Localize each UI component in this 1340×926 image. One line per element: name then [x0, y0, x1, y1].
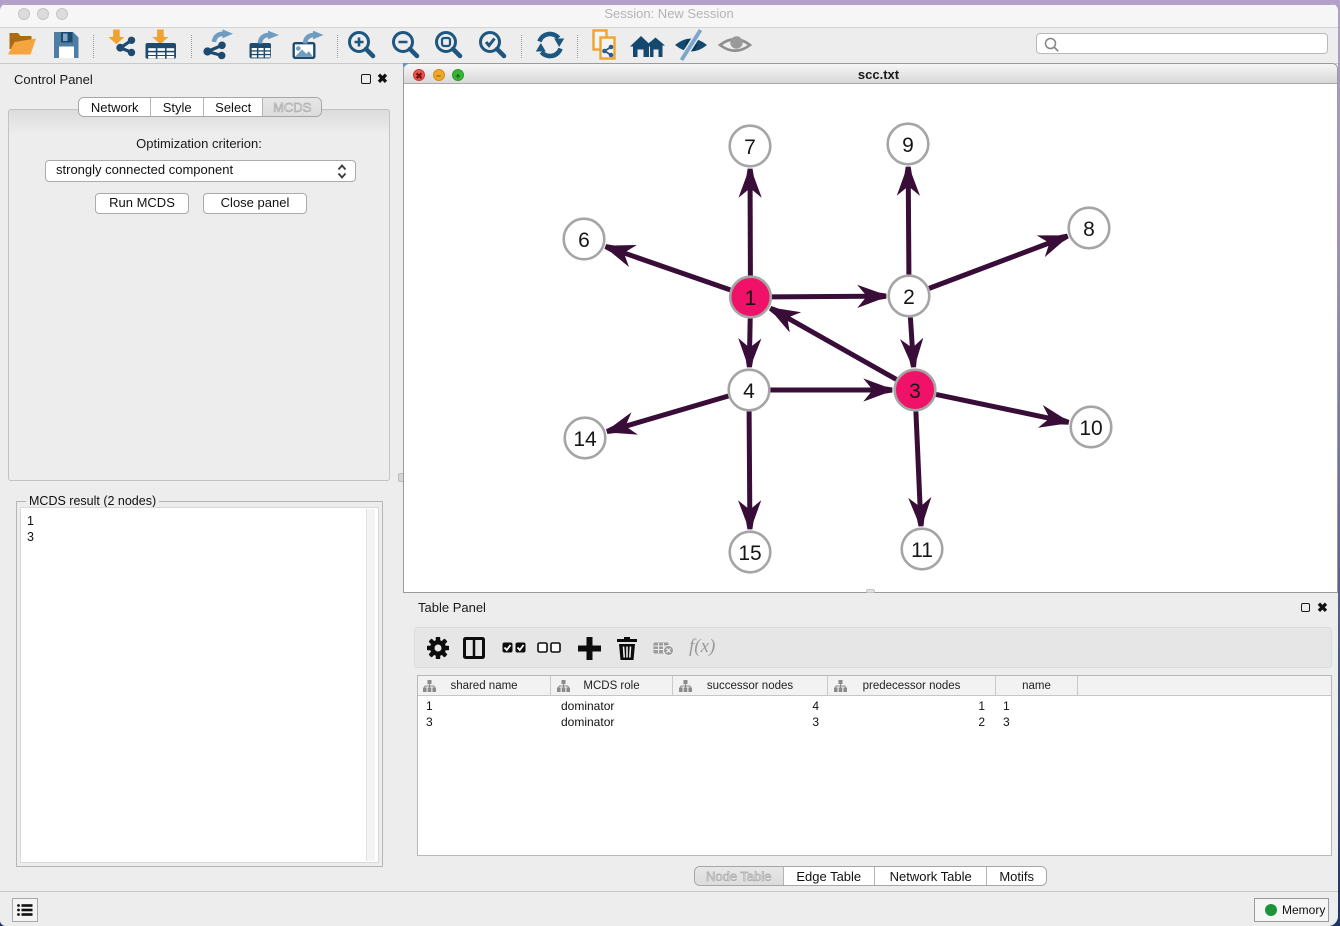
svg-text:10: 10 — [1079, 417, 1102, 440]
svg-text:6: 6 — [578, 229, 590, 252]
svg-text:2: 2 — [903, 286, 915, 309]
svg-text:9: 9 — [902, 134, 914, 157]
svg-text:15: 15 — [738, 542, 761, 565]
svg-text:7: 7 — [744, 136, 756, 159]
svg-text:11: 11 — [911, 539, 933, 562]
svg-text:1: 1 — [745, 287, 757, 310]
svg-text:3: 3 — [909, 380, 921, 403]
svg-text:4: 4 — [743, 380, 755, 403]
svg-text:8: 8 — [1083, 218, 1095, 241]
svg-text:14: 14 — [573, 428, 597, 451]
